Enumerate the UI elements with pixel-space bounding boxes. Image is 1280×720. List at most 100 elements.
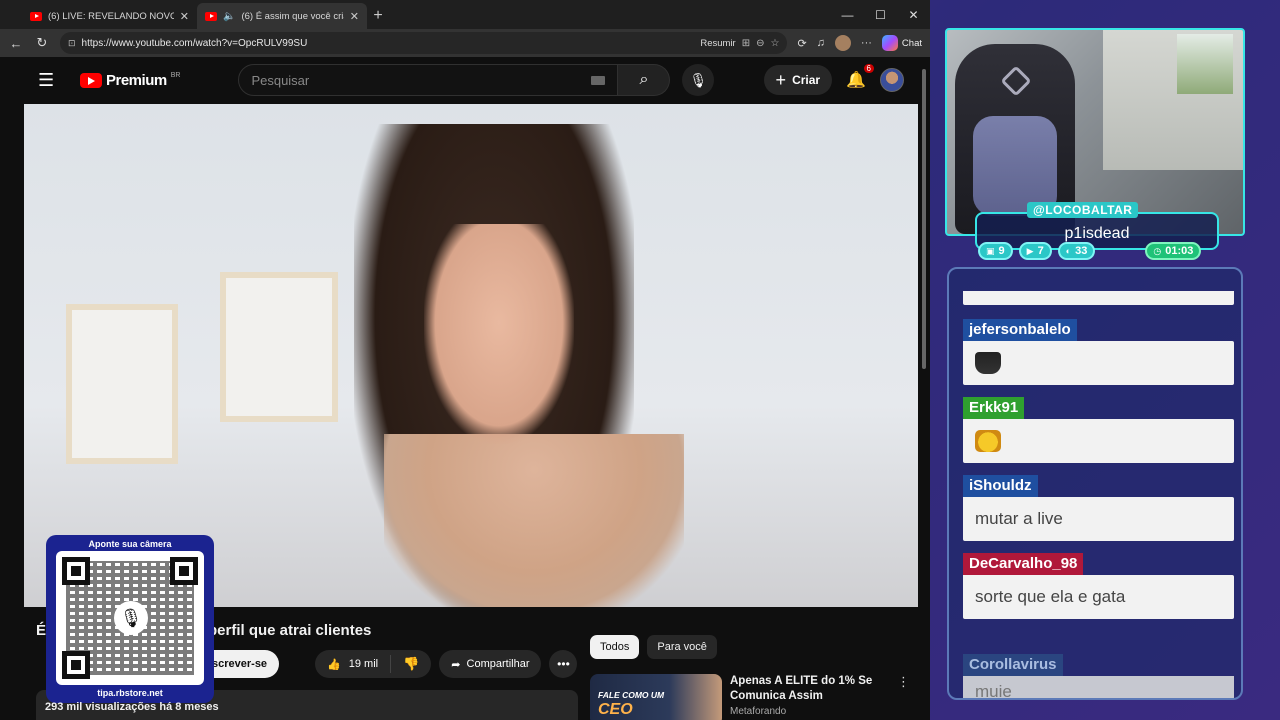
toolbar-right: ⟳ ♫ ··· Chat: [797, 35, 922, 51]
account-avatar[interactable]: [880, 68, 904, 92]
chat-message-fading: Corollavirus muie: [963, 654, 1234, 698]
logo-text: Premium: [106, 71, 167, 89]
qr-url: tipa.rbstore.net: [97, 688, 163, 698]
notifications-button[interactable]: 🔔 6: [846, 64, 874, 90]
chat-username: DeCarvalho_98: [963, 553, 1084, 575]
chat-body: [963, 341, 1234, 385]
stream-stats: ▣ 9 ▶ 7 ◐ 33 ◷ 01:03: [978, 242, 1202, 260]
close-window-icon[interactable]: ✕: [897, 0, 930, 29]
speaker-icon[interactable]: 🔈: [223, 11, 235, 22]
stream-uptime: ◷ 01:03: [1145, 242, 1202, 260]
recommended-title[interactable]: Apenas A ELITE do 1% Se Comunica Assim: [730, 674, 889, 704]
tab-title: (6) É assim que você cria um perfil que …: [241, 10, 344, 22]
back-icon[interactable]: ←: [8, 36, 24, 51]
bell-icon: 🔔: [846, 72, 866, 89]
favorite-star-icon[interactable]: ☆: [770, 38, 779, 49]
maximize-icon[interactable]: ☐: [864, 0, 897, 29]
streamer-name: p1isdead: [1064, 225, 1130, 242]
wall-frame: [66, 304, 178, 464]
more-icon: •••: [557, 657, 570, 671]
streamer-handle: @LOCOBALTAR: [1027, 202, 1139, 218]
presenter-face: [424, 224, 574, 444]
twitch-icon: ▣: [986, 245, 995, 256]
thumbnail-text-large: CEO: [598, 701, 633, 718]
url-field[interactable]: ⊡ https://www.youtube.com/watch?v=OpcRUL…: [60, 32, 788, 54]
youtube-logo[interactable]: Premium BR: [80, 72, 180, 89]
more-menu-icon[interactable]: ···: [861, 37, 872, 49]
zoom-icon[interactable]: ⊖: [756, 38, 764, 49]
notification-count: 6: [863, 64, 874, 73]
presenter-body: [384, 434, 684, 607]
thumbs-up-icon: 👍: [327, 658, 341, 671]
youtube-favicon-icon: [30, 11, 42, 21]
twitch-viewers: ▣ 9: [978, 242, 1013, 260]
kick-viewers: ◐ 33: [1057, 242, 1096, 260]
tab-video[interactable]: 🔈 (6) É assim que você cria um perfil qu…: [197, 3, 367, 29]
chat-message: jefersonbalelo: [963, 319, 1234, 385]
collections-icon[interactable]: ♫: [817, 37, 825, 49]
hat-emote-icon: [975, 352, 1001, 374]
tab-live[interactable]: (6) LIVE: REVELANDO NOVOS ÁUDIOS ✕: [22, 3, 197, 29]
more-actions-button[interactable]: •••: [549, 650, 578, 678]
like-dislike-group: 👍 19 mil 👎: [315, 650, 432, 678]
chip-todos[interactable]: Todos: [590, 635, 640, 659]
chat-message-previous: [963, 291, 1234, 305]
youtube-viewers: ▶ 7: [1018, 242, 1052, 260]
share-icon: ➦: [451, 658, 461, 671]
voice-search-button[interactable]: 🎙: [682, 64, 715, 96]
chat-body: muie: [963, 676, 1234, 698]
chat-body: mutar a live: [963, 497, 1234, 541]
recommended-thumbnail[interactable]: FALE COMO UM CEO: [590, 674, 722, 720]
pikachu-emote-icon: [975, 430, 1001, 452]
copilot-icon: [881, 35, 898, 51]
twitch-count: 9: [998, 245, 1005, 257]
chat-message: iShouldz mutar a live: [963, 475, 1234, 541]
recommended-channel[interactable]: Metaforando: [730, 706, 889, 717]
scrollbar-thumb[interactable]: [922, 69, 926, 369]
menu-icon[interactable]: ☰: [38, 70, 68, 91]
page-scrollbar[interactable]: [920, 57, 928, 720]
chip-para-voce[interactable]: Para você: [647, 635, 717, 659]
like-count: 19 mil: [348, 658, 379, 670]
new-tab-button[interactable]: +: [367, 3, 389, 29]
video-title-start: É: [36, 622, 47, 639]
share-button[interactable]: ➦ Compartilhar: [439, 650, 542, 678]
tab-title: (6) LIVE: REVELANDO NOVOS ÁUDIOS: [48, 10, 174, 22]
copilot-chat-button[interactable]: Chat: [881, 35, 922, 51]
resumir-button[interactable]: Resumir: [700, 38, 735, 49]
minimize-icon[interactable]: —: [831, 0, 864, 29]
recommended-info: Apenas A ELITE do 1% Se Comunica Assim M…: [730, 674, 889, 720]
close-icon[interactable]: ✕: [180, 10, 189, 23]
recommended-video[interactable]: FALE COMO UM CEO Apenas A ELITE do 1% Se…: [590, 674, 910, 720]
reader-icon[interactable]: ⊞: [742, 38, 750, 49]
youtube-icon: ▶: [1026, 245, 1034, 256]
youtube-favicon-icon: [205, 11, 217, 21]
search-button[interactable]: ⌕: [618, 64, 671, 96]
address-bar: ← ↻ ⊡ https://www.youtube.com/watch?v=Op…: [0, 29, 930, 57]
dislike-button[interactable]: 👎: [391, 656, 431, 672]
youtube-play-icon: [80, 72, 102, 88]
chair-logo-icon: [1000, 65, 1032, 97]
room-window: [1177, 34, 1233, 94]
reload-icon[interactable]: ↻: [34, 35, 50, 51]
qr-finder: [62, 557, 90, 585]
chat-panel: jefersonbalelo Erkk91 iShouldz mutar a l…: [947, 267, 1243, 700]
create-button[interactable]: + Criar: [763, 65, 833, 95]
extensions-icon[interactable]: ⟳: [797, 37, 806, 50]
chat-label: Chat: [901, 37, 922, 49]
chat-body: [963, 419, 1234, 463]
like-button[interactable]: 👍 19 mil: [315, 655, 392, 673]
site-info-icon[interactable]: ⊡: [68, 38, 76, 49]
more-vert-icon[interactable]: ⋮: [897, 674, 910, 720]
profile-avatar[interactable]: [834, 35, 851, 51]
recommendation-chips: Todos Para você: [590, 635, 717, 659]
chat-username: Erkk91: [963, 397, 1025, 419]
search-input[interactable]: Pesquisar: [238, 64, 619, 96]
video-player[interactable]: [24, 104, 918, 607]
youtube-header: ☰ Premium BR Pesquisar ⌕ 🎙 + Criar 🔔 6: [24, 57, 918, 103]
close-icon[interactable]: ✕: [350, 10, 359, 23]
keyboard-icon[interactable]: [591, 75, 606, 85]
chat-username: iShouldz: [963, 475, 1038, 497]
thumbnail-text: FALE COMO UM: [598, 690, 665, 700]
region-code: BR: [170, 71, 181, 79]
